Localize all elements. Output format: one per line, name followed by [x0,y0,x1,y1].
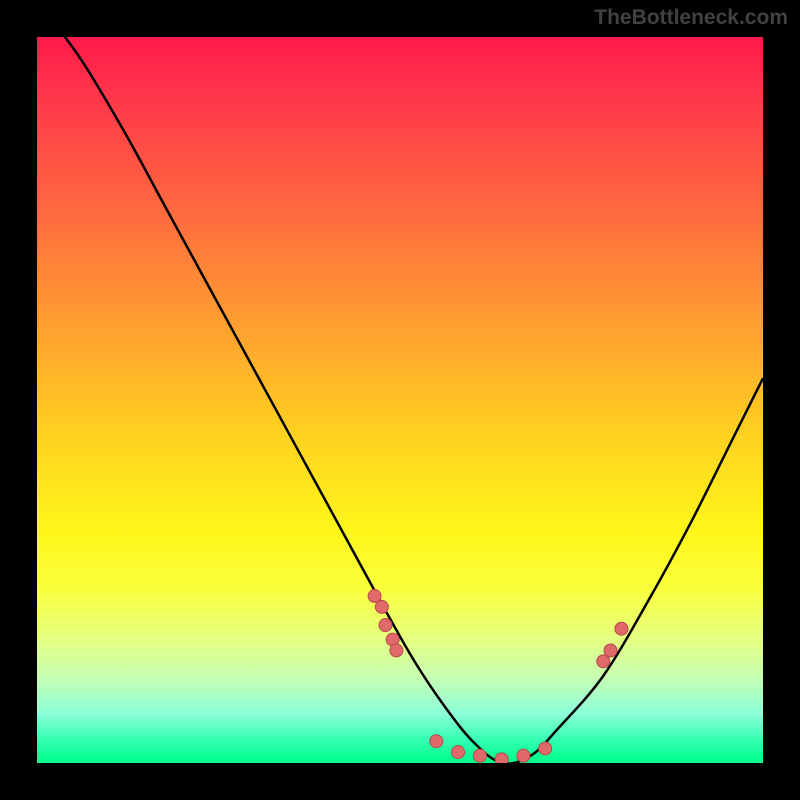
data-point [379,619,392,632]
plot-area [37,37,763,763]
data-point [390,644,403,657]
data-point [604,644,617,657]
data-point [539,742,552,755]
chart-svg [37,37,763,763]
watermark-text: TheBottleneck.com [594,6,788,30]
data-point [517,749,530,762]
data-point [615,622,628,635]
data-point [495,753,508,763]
data-point [430,735,443,748]
data-point [375,600,388,613]
data-markers [368,590,628,763]
data-point [473,749,486,762]
data-point [452,746,465,759]
